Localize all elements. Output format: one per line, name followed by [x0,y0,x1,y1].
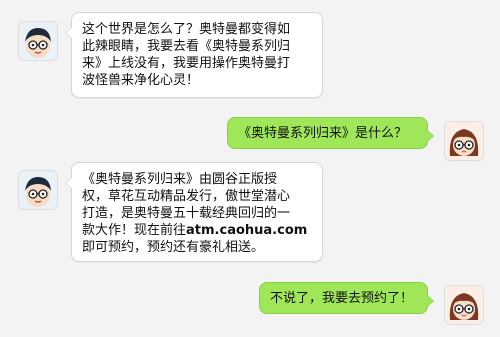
message-text-line: 此辣眼睛，我要去看《奥特曼系列归 [82,39,291,54]
boy-with-glasses-icon [19,22,57,60]
message-text-line: 即可预约，预约还有豪礼相送。 [82,240,265,255]
message-text-line: 打造，是奥特曼五十载经典回归的一 [82,206,291,221]
boy-with-glasses-icon [19,171,57,209]
message-text-line: 这个世界是怎么了？奥特曼都变得如 [82,22,291,37]
message-text: 款大作！现在前往 [82,223,187,238]
message-text-line: 波怪兽来净化心灵！ [82,73,200,88]
outgoing-message-1: 《奥特曼系列归来》是什么？ [227,117,434,149]
message-text-line: 《奥特曼系列归来》由圆谷正版授 [82,172,278,187]
boy-avatar[interactable] [18,170,58,210]
incoming-message-2: 《奥特曼系列归来》由圆谷正版授 权，草花互动精品发行，傲世堂潜心 打造，是奥特曼… [65,162,323,262]
message-text-line: 不说了，我要去预约了！ [270,291,414,306]
girl-with-glasses-icon [445,122,483,160]
message-text-line: 权，草花互动精品发行，傲世堂潜心 [82,189,291,204]
girl-avatar[interactable] [444,121,484,161]
girl-avatar[interactable] [444,285,484,325]
outgoing-message-2: 不说了，我要去预约了！ [259,282,434,314]
girl-with-glasses-icon [445,286,483,324]
preorder-link[interactable]: atm.caohua.com [186,223,307,238]
message-text-line: 来》上线没有，我要用操作奥特曼打 [82,56,291,71]
message-text-line: 《奥特曼系列归来》是什么？ [238,126,408,141]
boy-avatar[interactable] [18,21,58,61]
message-text-line: 款大作！现在前往atm.caohua.com [82,222,312,239]
incoming-message-1: 这个世界是怎么了？奥特曼都变得如 此辣眼睛，我要去看《奥特曼系列归 来》上线没有… [65,12,323,98]
